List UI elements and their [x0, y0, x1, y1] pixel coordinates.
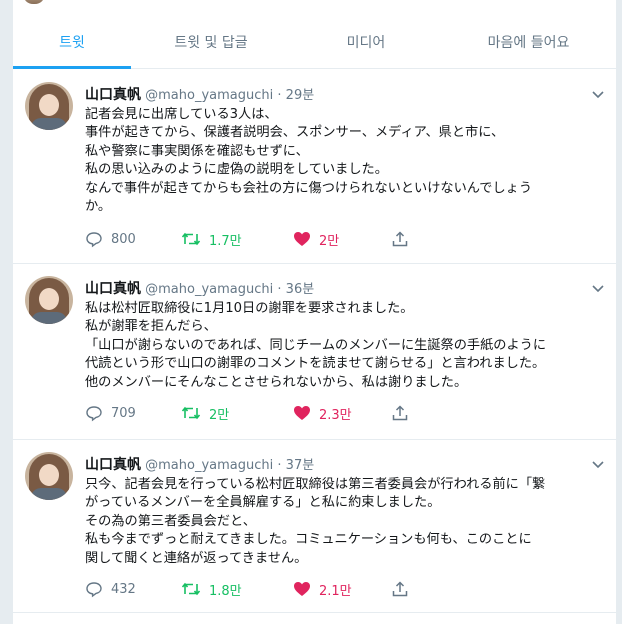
user-handle[interactable]: @maho_yamaguchi — [145, 88, 273, 103]
retweet-button[interactable]: 2만 — [181, 403, 229, 423]
retweet-count: 1.8만 — [209, 583, 242, 599]
like-count: 2.1만 — [319, 583, 352, 599]
heart-icon — [294, 232, 310, 246]
retweet-button[interactable]: 1.8만 — [181, 579, 242, 599]
display-name[interactable]: 山口真帆 — [85, 457, 141, 473]
retweet-icon — [181, 582, 201, 596]
tweet-time[interactable]: 37분 — [286, 458, 315, 473]
top-strip — [13, 0, 616, 10]
separator-dot: · — [277, 88, 282, 103]
tweet-text-line: その為の第三者委員会だと、 — [85, 513, 256, 529]
separator-dot: · — [277, 282, 282, 297]
tweet-text-line: 私が謝罪を拒んだら、 — [85, 319, 217, 335]
tab-media[interactable]: 미디어 — [291, 18, 441, 68]
retweet-button[interactable]: 1.7만 — [181, 229, 242, 249]
reply-icon — [86, 232, 102, 248]
tweet-header: 山口真帆 @maho_yamaguchi · 36분 — [85, 278, 314, 298]
reply-count: 800 — [111, 231, 136, 247]
chevron-down-icon[interactable] — [590, 86, 606, 102]
like-button[interactable]: 2.1만 — [293, 579, 352, 599]
reply-button[interactable]: 432 — [85, 579, 136, 599]
tweet-time[interactable]: 36분 — [286, 282, 315, 297]
tweet-text-line: 「山口が謝らないのであれば、同じチームのメンバーに生誕祭の手紙のように — [85, 337, 547, 353]
share-button[interactable] — [391, 403, 417, 423]
avatar[interactable] — [25, 452, 73, 500]
retweet-icon — [181, 406, 201, 420]
partial-avatar — [23, 0, 45, 4]
like-count: 2.3만 — [319, 407, 352, 423]
tweet-text-line: 関して聞くと連絡が返ってきません。 — [85, 550, 308, 566]
user-handle[interactable]: @maho_yamaguchi — [145, 458, 273, 473]
tab-likes[interactable]: 마음에 들어요 — [441, 18, 616, 68]
tweet-header: 山口真帆 @maho_yamaguchi · 37분 — [85, 454, 314, 474]
tweet-text-line: 他のメンバーにそんなことさせられないから、私は謝りました。 — [85, 374, 468, 390]
heart-icon — [294, 406, 310, 420]
tweet-text-line: 只今、記者会見を行っている松村匠取締役は第三者委員会が行われる前に「繋 — [85, 477, 546, 492]
tweet-text: 只今、記者会見を行っている松村匠取締役は第三者委員会が行われる前に「繋 がってい… — [85, 476, 605, 568]
tweet-actions: 800 1.7만 2만 — [85, 229, 605, 249]
tab-tweets[interactable]: 트윗 — [13, 18, 131, 69]
profile-tabs: 트윗 트윗 및 답글 미디어 마음에 들어요 — [13, 18, 616, 69]
tweet-text-line: なんで事件が起きてからも会社の方に傷つけられないといけないんでしょう — [85, 180, 533, 196]
tweet[interactable]: 山口真帆 @maho_yamaguchi · 36분 私は松村匠取締役に1月10… — [13, 264, 616, 440]
tweet-text-line: 私の思い込みのように虚偽の説明をしていました。 — [85, 162, 388, 178]
avatar[interactable] — [25, 276, 73, 324]
share-button[interactable] — [391, 229, 417, 249]
display-name[interactable]: 山口真帆 — [85, 87, 141, 103]
share-button[interactable] — [391, 579, 417, 599]
retweet-count: 2만 — [209, 407, 230, 423]
tweet-text-line: 私も今までずっと耐えてきました。コミュニケーションも何も、このことに — [85, 532, 532, 548]
retweet-count: 1.7만 — [209, 233, 242, 249]
chevron-down-icon[interactable] — [590, 456, 606, 472]
display-name[interactable]: 山口真帆 — [85, 281, 141, 297]
avatar[interactable] — [25, 82, 73, 130]
tweet-text: 私は松村匠取締役に1月10日の謝罪を要求されました。 私が謝罪を拒んだら、 「山… — [85, 300, 605, 392]
reply-icon — [86, 406, 102, 422]
tweet-time[interactable]: 29분 — [286, 88, 315, 103]
tweet-text: 記者会見に出席している3人は、 事件が起きてから、保護者説明会、スポンサー、メデ… — [85, 106, 605, 216]
reply-icon — [86, 582, 102, 598]
timeline-panel: 트윗 트윗 및 답글 미디어 마음에 들어요 山口真帆 @maho_yamagu… — [12, 0, 617, 624]
like-count: 2만 — [319, 233, 340, 249]
tweet-header: 山口真帆 @maho_yamaguchi · 29분 — [85, 84, 314, 104]
like-button[interactable]: 2.3만 — [293, 403, 352, 423]
reply-count: 432 — [111, 581, 136, 597]
like-button[interactable]: 2만 — [293, 229, 339, 249]
tweet-text-line: か。 — [85, 199, 112, 215]
reply-button[interactable]: 709 — [85, 403, 136, 423]
tweet-actions: 709 2만 2.3만 — [85, 403, 605, 423]
tweet[interactable]: 山口真帆 @maho_yamaguchi · 29분 記者会見に出席している3人… — [13, 70, 616, 264]
share-icon — [392, 231, 408, 247]
share-icon — [392, 581, 408, 597]
user-handle[interactable]: @maho_yamaguchi — [145, 282, 273, 297]
share-icon — [392, 405, 408, 421]
tweet-text-line: 記者会見に出席している3人は、 — [85, 107, 278, 122]
tweet-actions: 432 1.8만 2.1만 — [85, 579, 605, 599]
chevron-down-icon[interactable] — [590, 280, 606, 296]
tweet-text-line: 事件が起きてから、保護者説明会、スポンサー、メディア、県と市に、 — [85, 125, 505, 141]
tweet[interactable]: 山口真帆 @maho_yamaguchi · 37분 只今、記者会見を行っている… — [13, 440, 616, 613]
separator-dot: · — [277, 458, 282, 473]
tweet-text-line: 代読という形で山口の謝罪のコメントを読ませて謝らせる」と言われました。 — [85, 356, 546, 372]
tab-tweets-and-replies[interactable]: 트윗 및 답글 — [131, 18, 291, 68]
reply-count: 709 — [111, 405, 136, 421]
tweet-text-line: がっているメンバーを全員解雇する」と私に約束しました。 — [85, 495, 441, 511]
heart-icon — [294, 582, 310, 596]
tweet-text-line: 私や警察に事実関係を確認もせずに、 — [85, 143, 309, 159]
reply-button[interactable]: 800 — [85, 229, 136, 249]
retweet-icon — [181, 232, 201, 246]
tweet-text-line: 私は松村匠取締役に1月10日の謝罪を要求されました。 — [85, 301, 414, 316]
